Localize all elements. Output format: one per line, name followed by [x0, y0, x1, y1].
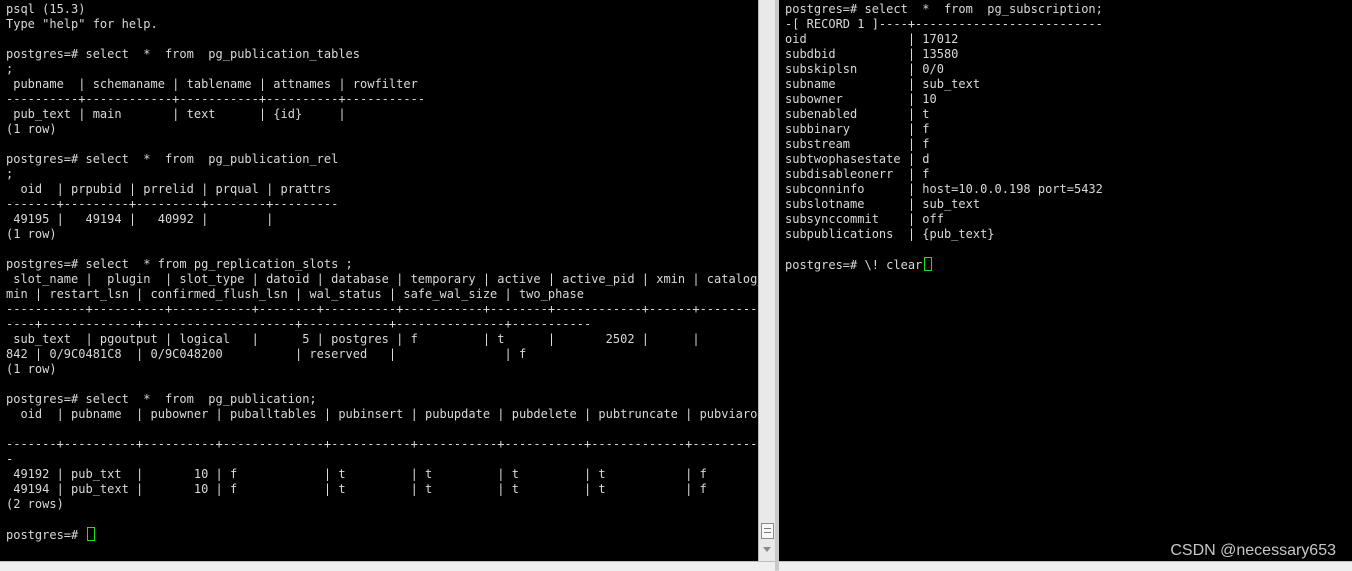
right-terminal-output: postgres=# select * from pg_subscription…	[779, 0, 1352, 272]
left-terminal-pane[interactable]: psql (15.3) Type "help" for help. postgres…	[0, 0, 758, 561]
text-cursor	[924, 257, 933, 271]
terminal-line: (1 row)	[6, 362, 57, 376]
terminal-line: pub_text | main | text | {id} |	[6, 107, 346, 121]
terminal-line: Type "help" for help.	[6, 17, 158, 31]
terminal-line: -[ RECORD 1 ]----+----------------------…	[785, 17, 1103, 31]
terminal-line: postgres=# select * from pg_subscription…	[785, 2, 1103, 16]
terminal-line: -	[6, 452, 14, 466]
terminal-line: postgres=# select * from pg_publication_…	[6, 152, 339, 166]
terminal-line: min | restart_lsn | confirmed_flush_lsn …	[6, 287, 584, 301]
terminal-line: subdisableonerr | f	[785, 167, 930, 181]
terminal-line: subslotname | sub_text	[785, 197, 981, 211]
terminal-line: subenabled | t	[785, 107, 930, 121]
terminal-line: (1 row)	[6, 122, 57, 136]
terminal-line: psql (15.3)	[6, 2, 86, 16]
terminal-line: 49195 | 49194 | 40992 | |	[6, 212, 274, 226]
terminal-line: substream | f	[785, 137, 930, 151]
terminal-line: -------+---------+---------+--------+---…	[6, 197, 339, 211]
watermark: CSDN @necessary653	[1170, 542, 1336, 559]
terminal-line: subowner | 10	[785, 92, 937, 106]
terminal-line: sub_text | pgoutput | logical | 5 | post…	[6, 332, 700, 346]
terminal-line: postgres=# select * from pg_publication_…	[6, 47, 361, 61]
left-terminal-output: psql (15.3) Type "help" for help. postgres…	[0, 0, 758, 542]
terminal-line: subbinary | f	[785, 122, 930, 136]
terminal-line: (1 row)	[6, 227, 57, 241]
left-scrollbar[interactable]	[758, 0, 776, 561]
prompt-text: postgres=# \! clear	[785, 258, 923, 272]
terminal-line: subdbid | 13580	[785, 47, 959, 61]
terminal-line: ----+-------------+---------------------…	[6, 317, 592, 331]
terminal-line: oid | 17012	[785, 32, 959, 46]
prompt-text: postgres=#	[6, 528, 86, 542]
command-prompt[interactable]: postgres=#	[6, 527, 758, 542]
terminal-line: -----------+----------+-----------+-----…	[6, 302, 758, 316]
right-terminal-pane[interactable]: postgres=# select * from pg_subscription…	[779, 0, 1352, 561]
terminal-line: ----------+------------+-----------+----…	[6, 92, 426, 106]
terminal-line: 49192 | pub_txt | 10 | f | t | t | t | t…	[6, 467, 707, 481]
terminal-line: subskiplsn | 0/0	[785, 62, 944, 76]
terminal-line: (2 rows)	[6, 497, 64, 511]
terminal-line: postgres=# select * from pg_publication;	[6, 392, 317, 406]
terminal-line: oid | pubname | pubowner | puballtables …	[6, 407, 758, 421]
terminal-line: subpublications | {pub_text}	[785, 227, 995, 241]
command-prompt[interactable]: postgres=# \! clear	[785, 257, 1352, 272]
text-cursor	[87, 527, 96, 541]
terminal-line: oid | prpubid | prrelid | prqual | pratt…	[6, 182, 332, 196]
scrollbar-thumb[interactable]	[761, 523, 774, 539]
terminal-line: -------+----------+----------+----------…	[6, 437, 758, 451]
scroll-down-arrow-icon[interactable]	[763, 547, 771, 552]
terminal-line: subname | sub_text	[785, 77, 981, 91]
terminal-line: pubname | schemaname | tablename | attna…	[6, 77, 418, 91]
terminal-line: slot_name | plugin | slot_type | datoid …	[6, 272, 758, 286]
terminal-line: postgres=# select * from pg_replication_…	[6, 257, 353, 271]
terminal-line: 49194 | pub_text | 10 | f | t | t | t | …	[6, 482, 707, 496]
terminal-line: subtwophasestate | d	[785, 152, 930, 166]
terminal-line: ;	[6, 62, 14, 76]
terminal-line: ;	[6, 167, 14, 181]
terminal-line: subsynccommit | off	[785, 212, 944, 226]
terminal-line: 842 | 0/9C0481C8 | 0/9C048200 | reserved…	[6, 347, 527, 361]
terminal-line: subconninfo | host=10.0.0.198 port=5432	[785, 182, 1103, 196]
